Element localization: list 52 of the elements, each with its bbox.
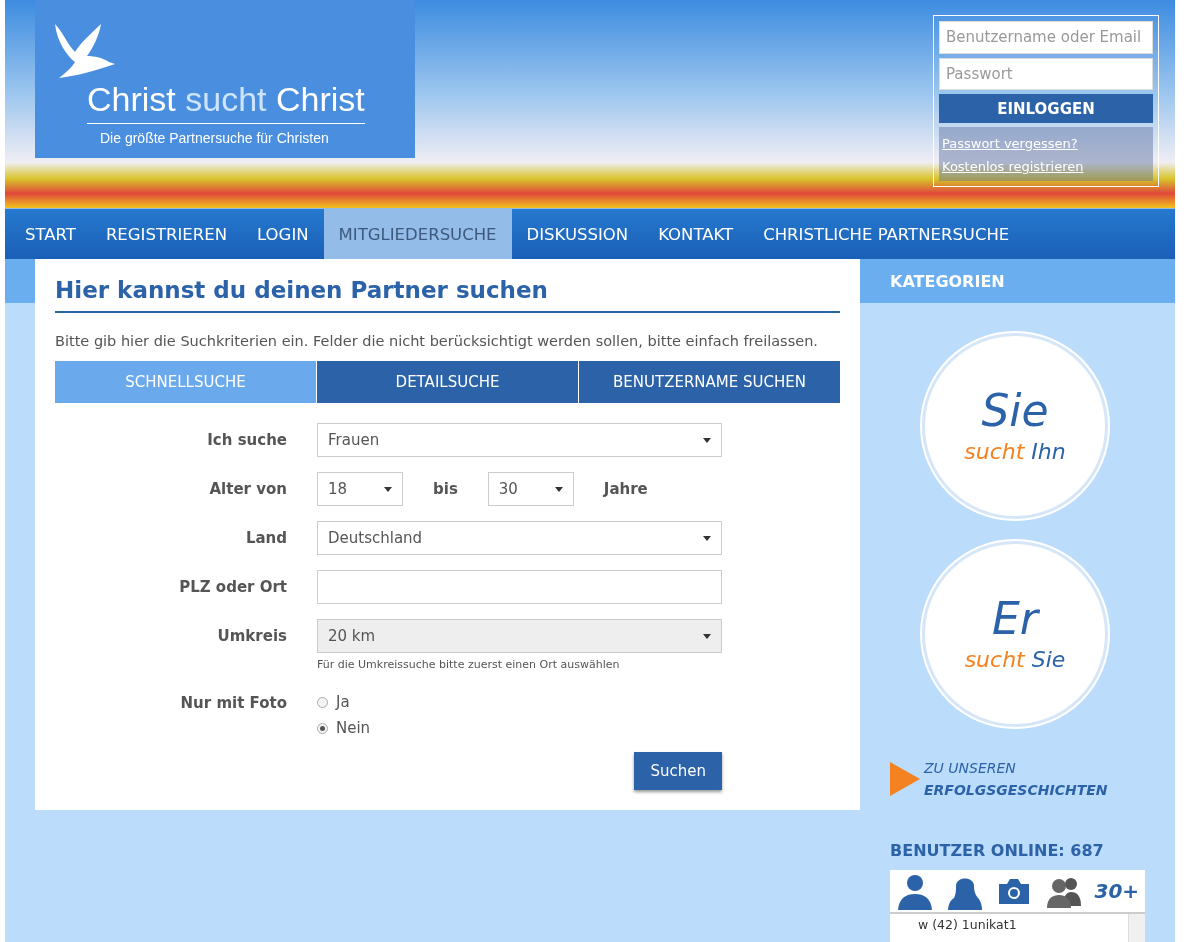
age-filter[interactable]: 30+ [1094, 879, 1140, 903]
category-circle[interactable]: Er sucht Sie [922, 541, 1108, 727]
radio-label: Nein [336, 719, 371, 737]
tab[interactable]: BENUTZERNAME SUCHEN [579, 361, 840, 403]
select-field[interactable]: Deutschland [317, 521, 722, 555]
online-count: BENUTZER ONLINE: 687 [890, 841, 1105, 860]
logo-tagline: Die größte Partnersuche für Christen [100, 130, 329, 146]
nav-item[interactable]: DISKUSSION [511, 209, 644, 259]
caret-icon [703, 535, 711, 541]
radio-button[interactable] [317, 696, 328, 708]
logo-word: Christ [87, 80, 176, 118]
nav-item[interactable]: KONTAKT [643, 209, 749, 259]
field-label: bis [433, 480, 458, 498]
field-label: PLZ oder Ort [178, 577, 288, 598]
unit-label: Jahre [603, 480, 648, 498]
radio-label: Ja [336, 693, 350, 711]
caret-icon [554, 486, 563, 492]
field-label: Ich suche [206, 430, 288, 451]
caret-icon [384, 486, 392, 492]
field-label: Land [244, 528, 288, 549]
username-field[interactable]: Benutzername oder Email [939, 21, 1153, 54]
nav-item[interactable]: REGISTRIEREN [90, 209, 242, 259]
field-label: Nur mit Foto [179, 693, 288, 714]
select-field[interactable]: 30 [487, 472, 574, 506]
field-label: Alter von [208, 479, 288, 500]
nav-item[interactable]: MITGLIEDERSUCHE [323, 209, 512, 259]
field-label: Umkreis [216, 626, 288, 647]
caret-icon [703, 633, 711, 639]
login-button[interactable]: EINLOGGEN [939, 94, 1153, 123]
caret-icon [703, 437, 711, 443]
page-heading: Hier kannst du deinen Partner suchen [55, 277, 840, 313]
logo-word: Christ [275, 80, 365, 118]
text-field[interactable] [317, 570, 722, 604]
nav-item[interactable]: START [10, 209, 91, 259]
select-field[interactable]: 18 [317, 472, 403, 506]
search-button[interactable]: Suchen [634, 752, 722, 790]
tab[interactable]: DETAILSUCHE [317, 361, 578, 403]
hint-text: Für die Umkreissuche bitte zuerst einen Ort auswählen [317, 658, 621, 671]
play-icon [890, 762, 920, 796]
radio-button[interactable] [317, 722, 328, 734]
password-field[interactable]: Passwort [939, 57, 1153, 91]
category-circle[interactable]: Sie sucht Ihn [922, 333, 1108, 519]
stories-link[interactable]: ZU UNSEREN ERFOLGSGESCHICHTEN [924, 757, 1134, 801]
sidebar-heading: KATEGORIEN [889, 270, 1006, 293]
scrollbar[interactable] [1128, 914, 1145, 942]
man-icon[interactable] [895, 872, 934, 910]
nav-item[interactable]: CHRISTLICHE PARTNERSUCHE [748, 209, 1025, 259]
intro-text: Bitte gib hier die Suchkriterien ein. Felder die nicht berücksichtigt werden sollen, bitte einfach freilassen. [55, 333, 819, 349]
nav-item[interactable]: LOGIN [242, 209, 324, 259]
user-link[interactable]: w (42) 1unikat1 [890, 914, 1017, 933]
logo-word: sucht [185, 80, 267, 118]
select-field[interactable]: Frauen [317, 423, 722, 457]
